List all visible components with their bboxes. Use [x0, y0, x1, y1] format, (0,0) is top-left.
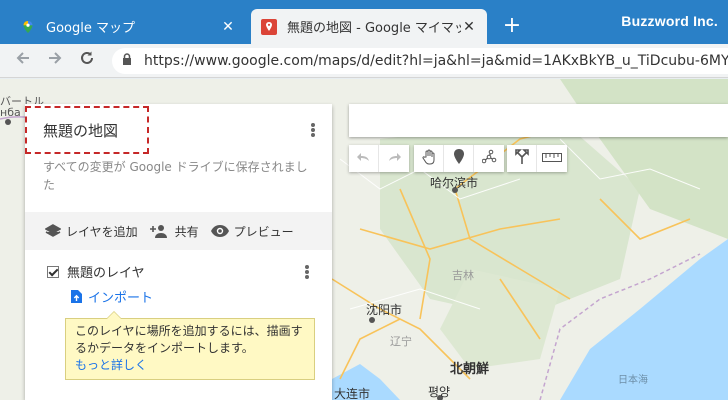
brand-label: Buzzword Inc. [621, 13, 718, 29]
directions-group [507, 145, 567, 172]
new-tab-button[interactable]: + [500, 14, 524, 38]
tab-title: Google マップ [46, 21, 135, 36]
url-text: https://www.google.com/maps/d/edit?hl=ja… [144, 53, 728, 69]
layer-visibility-checkbox[interactable] [47, 265, 59, 278]
hand-icon [421, 149, 436, 169]
map-label-north-korea: 北朝鮮 [450, 362, 490, 377]
reload-icon[interactable] [76, 50, 98, 72]
import-label: インポート [88, 291, 154, 306]
map-label-sea-of-japan: 日本海 [618, 375, 648, 386]
add-layer-label: レイヤを追加 [66, 224, 138, 239]
redo-icon [387, 151, 401, 167]
map-search-input[interactable] [349, 104, 728, 137]
tab-google-maps[interactable]: Google マップ ✕ [10, 9, 246, 44]
map-label-pyongyang: 평양 [428, 385, 451, 399]
undo-icon [356, 151, 371, 167]
add-marker-button[interactable] [444, 145, 474, 172]
map-label-liaoning: 辽宁 [390, 335, 412, 348]
back-arrow-icon[interactable] [12, 50, 34, 72]
eye-icon [210, 225, 229, 237]
close-tab-icon[interactable]: ✕ [461, 19, 477, 35]
address-bar[interactable]: https://www.google.com/maps/d/edit?hl=ja… [112, 48, 728, 74]
import-link[interactable]: インポート [71, 287, 153, 306]
ruler-icon [542, 151, 562, 166]
undo-button[interactable] [349, 145, 379, 172]
map-label-jilin: 吉林 [452, 269, 474, 282]
undo-redo-group [349, 145, 409, 172]
learn-more-link[interactable]: もっと詳しく [75, 358, 147, 372]
tab-title: 無題の地図 - Google マイマップ [287, 21, 461, 36]
layer-row[interactable]: 無題のレイヤ [47, 262, 145, 281]
marker-icon [453, 149, 464, 168]
map-label-harbin: 哈尔滨市 [430, 176, 479, 190]
close-tab-icon[interactable]: ✕ [220, 19, 236, 35]
add-layer-button[interactable]: レイヤを追加 [45, 223, 138, 240]
add-directions-button[interactable] [507, 145, 537, 172]
redo-button[interactable] [379, 145, 409, 172]
map-options-menu-icon[interactable] [307, 120, 319, 140]
add-person-icon [149, 224, 170, 238]
lock-icon [122, 53, 134, 69]
map-label-shenyang: 沈阳市 [366, 303, 403, 317]
tab-my-maps[interactable]: 無題の地図 - Google マイマップ ✕ [251, 9, 487, 44]
layer-options-menu-icon[interactable] [301, 262, 313, 282]
browser-title-bar: Google マップ ✕ 無題の地図 - Google マイマップ ✕ + Bu… [0, 0, 728, 44]
google-maps-icon [20, 19, 36, 35]
map-side-panel: 無題の地図 すべての変更が Google ドライブに保存されました レイヤを追加… [25, 104, 332, 400]
measure-button[interactable] [537, 145, 567, 172]
preview-label: プレビュー [233, 224, 294, 239]
save-status-text: すべての変更が Google ドライブに保存されました [43, 160, 308, 192]
layer-help-tooltip: このレイヤに場所を追加するには、描画するかデータをインポートします。 もっと詳し… [65, 311, 315, 380]
directions-icon [514, 149, 529, 168]
share-label: 共有 [174, 224, 199, 239]
map-title[interactable]: 無題の地図 [25, 106, 149, 154]
import-file-icon [71, 290, 82, 303]
map-label-dalian: 大连市 [334, 387, 371, 400]
my-maps-pin-icon [261, 18, 277, 35]
preview-button[interactable]: プレビュー [210, 223, 294, 240]
drawing-tools-group [414, 145, 504, 172]
layers-icon [45, 224, 61, 238]
map-label: нба [0, 106, 21, 119]
layer-name[interactable]: 無題のレイヤ [67, 262, 145, 281]
draw-line-button[interactable] [474, 145, 504, 172]
forward-arrow-icon[interactable] [44, 50, 66, 72]
panel-actions-bar: レイヤを追加 共有 プレビュー [25, 212, 332, 250]
draw-line-icon [481, 149, 497, 168]
browser-toolbar: https://www.google.com/maps/d/edit?hl=ja… [0, 44, 728, 78]
share-button[interactable]: 共有 [149, 223, 199, 240]
tooltip-text: このレイヤに場所を追加するには、描画するかデータをインポートします。 [75, 324, 303, 355]
select-items-button[interactable] [414, 145, 444, 172]
